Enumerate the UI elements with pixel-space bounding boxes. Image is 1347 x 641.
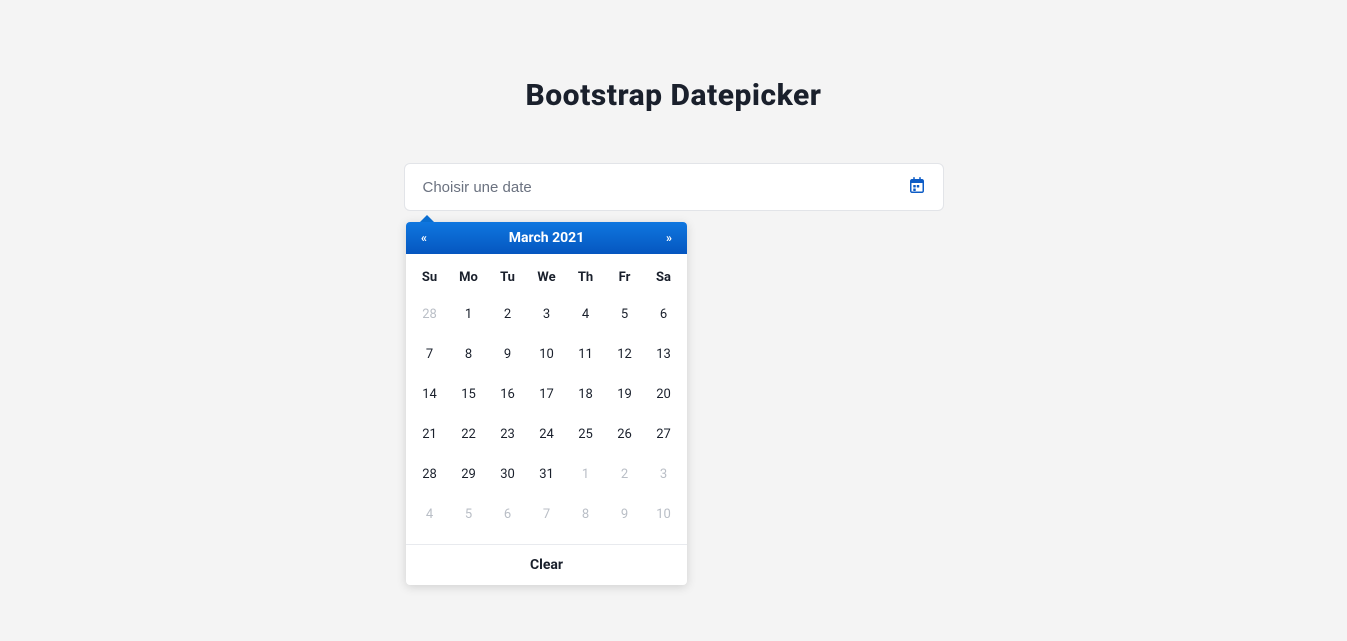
date-input[interactable] (423, 179, 909, 196)
day-cell[interactable]: 7 (410, 334, 449, 374)
day-cell[interactable]: 12 (605, 334, 644, 374)
day-cell[interactable]: 24 (527, 414, 566, 454)
weekday-header: Su (410, 260, 449, 294)
day-cell[interactable]: 6 (488, 494, 527, 534)
datepicker-body: SuMoTuWeThFrSa 2812345678910111213141516… (406, 254, 687, 544)
calendar-icon[interactable] (909, 177, 925, 197)
day-cell[interactable]: 7 (527, 494, 566, 534)
day-cell[interactable]: 20 (644, 374, 683, 414)
day-cell[interactable]: 11 (566, 334, 605, 374)
weekday-header: Mo (449, 260, 488, 294)
day-cell[interactable]: 25 (566, 414, 605, 454)
day-cell[interactable]: 14 (410, 374, 449, 414)
calendar-grid: SuMoTuWeThFrSa 2812345678910111213141516… (410, 260, 683, 534)
weekday-header: Th (566, 260, 605, 294)
day-cell[interactable]: 3 (527, 294, 566, 334)
day-cell[interactable]: 1 (449, 294, 488, 334)
month-year-switch[interactable]: March 2021 (442, 230, 651, 246)
day-cell[interactable]: 29 (449, 454, 488, 494)
day-cell[interactable]: 15 (449, 374, 488, 414)
day-cell[interactable]: 4 (566, 294, 605, 334)
day-cell[interactable]: 3 (644, 454, 683, 494)
page-title: Bootstrap Datepicker (404, 78, 944, 113)
day-cell[interactable]: 26 (605, 414, 644, 454)
weekday-header: Tu (488, 260, 527, 294)
weekday-header: We (527, 260, 566, 294)
day-cell[interactable]: 13 (644, 334, 683, 374)
day-cell[interactable]: 30 (488, 454, 527, 494)
day-cell[interactable]: 9 (488, 334, 527, 374)
day-cell[interactable]: 16 (488, 374, 527, 414)
datepicker-popup: « March 2021 » SuMoTuWeThFrSa 2812345678… (406, 222, 687, 585)
day-cell[interactable]: 28 (410, 454, 449, 494)
weekday-header: Fr (605, 260, 644, 294)
day-cell[interactable]: 2 (488, 294, 527, 334)
day-cell[interactable]: 6 (644, 294, 683, 334)
day-cell[interactable]: 10 (644, 494, 683, 534)
day-cell[interactable]: 22 (449, 414, 488, 454)
day-cell[interactable]: 5 (449, 494, 488, 534)
day-cell[interactable]: 31 (527, 454, 566, 494)
day-cell[interactable]: 1 (566, 454, 605, 494)
day-cell[interactable]: 5 (605, 294, 644, 334)
day-cell[interactable]: 17 (527, 374, 566, 414)
day-cell[interactable]: 8 (566, 494, 605, 534)
day-cell[interactable]: 2 (605, 454, 644, 494)
clear-button[interactable]: Clear (406, 544, 687, 585)
day-cell[interactable]: 8 (449, 334, 488, 374)
next-month-button[interactable]: » (651, 231, 687, 245)
day-cell[interactable]: 4 (410, 494, 449, 534)
day-cell[interactable]: 18 (566, 374, 605, 414)
weekday-header: Sa (644, 260, 683, 294)
day-cell[interactable]: 28 (410, 294, 449, 334)
date-input-group (404, 163, 944, 211)
prev-month-button[interactable]: « (406, 231, 442, 245)
datepicker-header: « March 2021 » (406, 222, 687, 254)
day-cell[interactable]: 23 (488, 414, 527, 454)
day-cell[interactable]: 19 (605, 374, 644, 414)
day-cell[interactable]: 9 (605, 494, 644, 534)
day-cell[interactable]: 21 (410, 414, 449, 454)
day-cell[interactable]: 10 (527, 334, 566, 374)
day-cell[interactable]: 27 (644, 414, 683, 454)
